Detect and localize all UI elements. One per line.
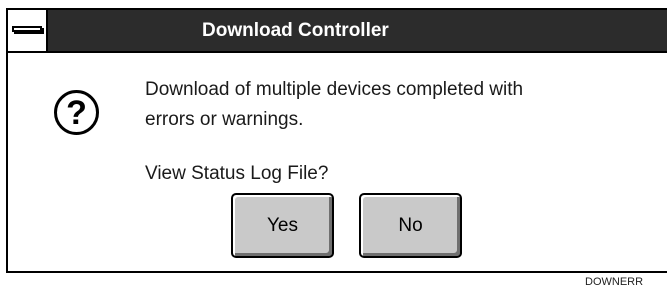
question-text: View Status Log File?: [145, 163, 329, 184]
figure-id-label: DOWNERR: [585, 276, 644, 288]
system-menu-button[interactable]: [8, 10, 48, 51]
message-line-2: errors or warnings.: [145, 109, 304, 130]
title-bar: Download Controller: [8, 10, 667, 53]
system-menu-bar-icon: [12, 26, 42, 32]
dialog-title: Download Controller: [202, 20, 389, 41]
message-line-1: Download of multiple devices completed w…: [145, 79, 524, 100]
question-icon: ?: [54, 90, 99, 135]
no-button[interactable]: No: [359, 193, 462, 258]
download-controller-dialog: Download Controller ? Download of multip…: [6, 8, 667, 273]
yes-button[interactable]: Yes: [231, 193, 334, 258]
